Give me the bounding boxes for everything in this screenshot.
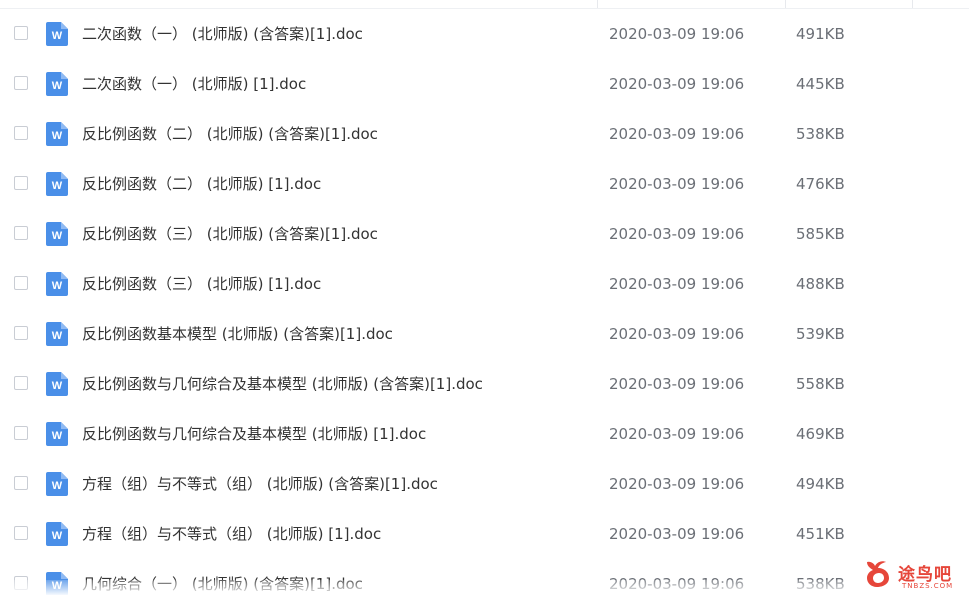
row-checkbox[interactable]	[14, 226, 28, 240]
word-doc-icon: W	[46, 272, 68, 296]
file-size: 538KB	[796, 575, 845, 593]
file-name[interactable]: 反比例函数（三） (北师版) [1].doc	[82, 274, 321, 294]
bird-logo-icon	[867, 561, 889, 587]
file-row[interactable]: W 反比例函数（二） (北师版) (含答案)[1].doc 2020-03-09 1…	[0, 109, 969, 159]
file-name[interactable]: 反比例函数（二） (北师版) (含答案)[1].doc	[82, 124, 378, 144]
file-name[interactable]: 反比例函数（二） (北师版) [1].doc	[82, 174, 321, 194]
file-size: 539KB	[796, 325, 845, 343]
row-checkbox[interactable]	[14, 476, 28, 490]
row-checkbox[interactable]	[14, 426, 28, 440]
svg-text:W: W	[52, 130, 63, 142]
file-modified-date: 2020-03-09 19:06	[609, 175, 745, 193]
row-checkbox[interactable]	[14, 576, 28, 590]
file-row[interactable]: W 反比例函数与几何综合及基本模型 (北师版) [1].doc 2020-03-09…	[0, 409, 969, 459]
file-modified-date: 2020-03-09 19:06	[609, 325, 745, 343]
file-row[interactable]: W 二次函数（一） (北师版) [1].doc 2020-03-09 19:06 44…	[0, 59, 969, 109]
word-doc-icon: W	[46, 122, 68, 146]
column-separator[interactable]	[912, 0, 913, 8]
file-row[interactable]: W 反比例函数（三） (北师版) [1].doc 2020-03-09 19:06 4…	[0, 259, 969, 309]
file-name[interactable]: 二次函数（一） (北师版) [1].doc	[82, 74, 306, 94]
file-size: 538KB	[796, 125, 845, 143]
file-modified-date: 2020-03-09 19:06	[609, 75, 745, 93]
file-size: 491KB	[796, 25, 845, 43]
file-list-page: W 二次函数（一） (北师版) (含答案)[1].doc 2020-03-09 19…	[0, 0, 969, 595]
file-modified-date: 2020-03-09 19:06	[609, 575, 745, 593]
file-list: W 二次函数（一） (北师版) (含答案)[1].doc 2020-03-09 19…	[0, 9, 969, 595]
file-size: 494KB	[796, 475, 845, 493]
word-doc-icon: W	[46, 322, 68, 346]
row-checkbox[interactable]	[14, 126, 28, 140]
file-size: 469KB	[796, 425, 845, 443]
svg-text:W: W	[52, 80, 63, 92]
word-doc-icon: W	[46, 72, 68, 96]
file-name[interactable]: 二次函数（一） (北师版) (含答案)[1].doc	[82, 24, 363, 44]
svg-text:W: W	[52, 580, 63, 592]
file-size: 558KB	[796, 375, 845, 393]
svg-text:W: W	[52, 230, 63, 242]
file-size: 451KB	[796, 525, 845, 543]
row-checkbox[interactable]	[14, 526, 28, 540]
file-row[interactable]: W 反比例函数基本模型 (北师版) (含答案)[1].doc 2020-03-09 …	[0, 309, 969, 359]
word-doc-icon: W	[46, 422, 68, 446]
file-modified-date: 2020-03-09 19:06	[609, 275, 745, 293]
file-row[interactable]: W 方程（组）与不等式（组） (北师版) [1].doc 2020-03-09 19…	[0, 509, 969, 559]
watermark-subtext: TNBZS.COM	[902, 582, 954, 590]
word-doc-icon: W	[46, 372, 68, 396]
column-separator[interactable]	[785, 0, 786, 8]
word-doc-icon: W	[46, 472, 68, 496]
header-divider	[0, 0, 969, 9]
file-name[interactable]: 反比例函数（三） (北师版) (含答案)[1].doc	[82, 224, 378, 244]
column-separator[interactable]	[597, 0, 598, 8]
svg-text:W: W	[52, 380, 63, 392]
file-modified-date: 2020-03-09 19:06	[609, 425, 745, 443]
word-doc-icon: W	[46, 522, 68, 546]
svg-text:W: W	[52, 530, 63, 542]
row-checkbox[interactable]	[14, 176, 28, 190]
file-size: 445KB	[796, 75, 845, 93]
row-checkbox[interactable]	[14, 276, 28, 290]
svg-text:W: W	[52, 480, 63, 492]
file-modified-date: 2020-03-09 19:06	[609, 375, 745, 393]
svg-text:W: W	[52, 180, 63, 192]
file-size: 488KB	[796, 275, 845, 293]
file-name[interactable]: 反比例函数与几何综合及基本模型 (北师版) (含答案)[1].doc	[82, 374, 483, 394]
file-row[interactable]: W 二次函数（一） (北师版) (含答案)[1].doc 2020-03-09 19…	[0, 9, 969, 59]
row-checkbox[interactable]	[14, 26, 28, 40]
file-modified-date: 2020-03-09 19:06	[609, 225, 745, 243]
file-row[interactable]: W 方程（组）与不等式（组） (北师版) (含答案)[1].doc 2020-03-…	[0, 459, 969, 509]
row-checkbox[interactable]	[14, 76, 28, 90]
word-doc-icon: W	[46, 172, 68, 196]
word-doc-icon: W	[46, 222, 68, 246]
file-row[interactable]: W 几何综合（一） (北师版) (含答案)[1].doc 2020-03-09 19…	[0, 559, 969, 595]
file-name[interactable]: 方程（组）与不等式（组） (北师版) (含答案)[1].doc	[82, 474, 438, 494]
file-name[interactable]: 反比例函数基本模型 (北师版) (含答案)[1].doc	[82, 324, 393, 344]
file-modified-date: 2020-03-09 19:06	[609, 525, 745, 543]
file-size: 585KB	[796, 225, 845, 243]
svg-text:W: W	[52, 330, 63, 342]
file-modified-date: 2020-03-09 19:06	[609, 475, 745, 493]
file-modified-date: 2020-03-09 19:06	[609, 125, 745, 143]
file-name[interactable]: 几何综合（一） (北师版) (含答案)[1].doc	[82, 574, 363, 594]
file-row[interactable]: W 反比例函数（三） (北师版) (含答案)[1].doc 2020-03-09 1…	[0, 209, 969, 259]
file-name[interactable]: 方程（组）与不等式（组） (北师版) [1].doc	[82, 524, 381, 544]
row-checkbox[interactable]	[14, 376, 28, 390]
site-watermark: 途鸟吧 TNBZS.COM	[862, 556, 966, 592]
svg-text:W: W	[52, 280, 63, 292]
svg-text:W: W	[52, 430, 63, 442]
svg-text:W: W	[52, 30, 63, 42]
file-name[interactable]: 反比例函数与几何综合及基本模型 (北师版) [1].doc	[82, 424, 426, 444]
file-size: 476KB	[796, 175, 845, 193]
file-modified-date: 2020-03-09 19:06	[609, 25, 745, 43]
word-doc-icon: W	[46, 22, 68, 46]
file-row[interactable]: W 反比例函数与几何综合及基本模型 (北师版) (含答案)[1].doc 2020-…	[0, 359, 969, 409]
word-doc-icon: W	[46, 572, 68, 595]
file-row[interactable]: W 反比例函数（二） (北师版) [1].doc 2020-03-09 19:06 4…	[0, 159, 969, 209]
row-checkbox[interactable]	[14, 326, 28, 340]
